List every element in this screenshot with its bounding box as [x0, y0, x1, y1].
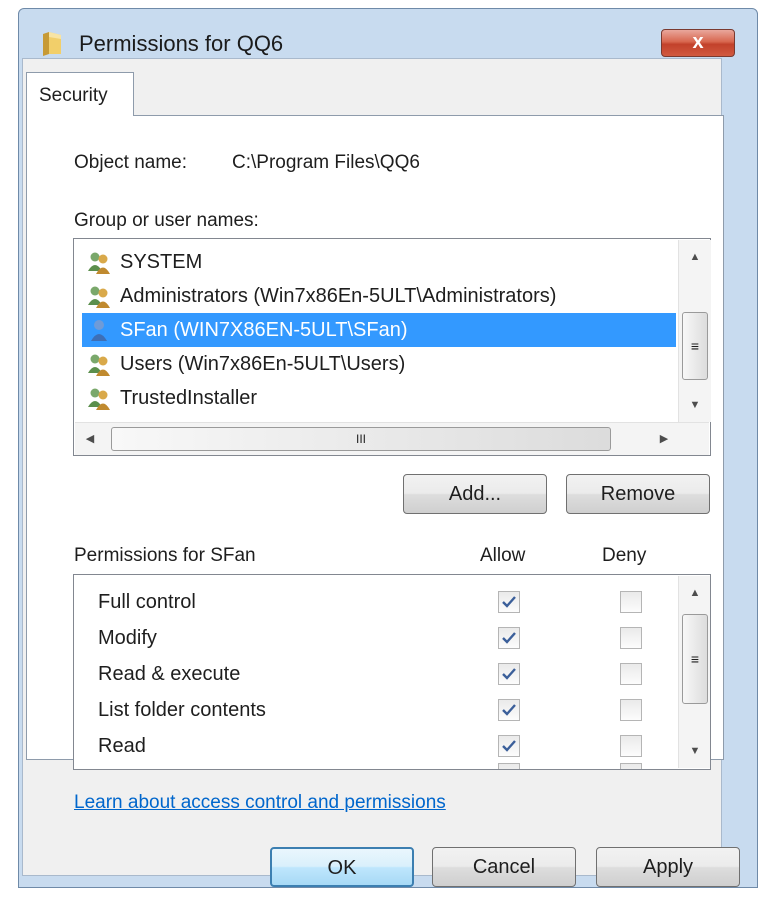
- users-group-icon: [88, 252, 110, 274]
- close-button[interactable]: x: [661, 29, 735, 57]
- checkmark-icon: [502, 596, 516, 608]
- horizontal-scroll-thumb[interactable]: III: [111, 427, 611, 451]
- allow-column-header: Allow: [480, 545, 526, 566]
- group-list-label: Group or user names:: [74, 210, 259, 231]
- scroll-right-arrow-icon[interactable]: ▶: [649, 423, 679, 455]
- group-list-item-label: SFan (WIN7X86EN-5ULT\SFan): [120, 319, 408, 341]
- apply-button[interactable]: Apply: [596, 847, 740, 887]
- group-list-item[interactable]: SYSTEM: [82, 245, 676, 279]
- deny-checkbox[interactable]: [620, 591, 642, 613]
- permissions-vertical-scrollbar[interactable]: ▲ ≡ ▼: [678, 576, 710, 768]
- group-list-item-label: SYSTEM: [120, 251, 203, 273]
- group-list-item[interactable]: Administrators (Win7x86En-5ULT\Administr…: [82, 279, 676, 313]
- add-button[interactable]: Add...: [403, 474, 547, 514]
- tab-security-label: Security: [39, 85, 108, 106]
- group-list-item-label: Administrators (Win7x86En-5ULT\Administr…: [120, 285, 557, 307]
- permission-name: Read & execute: [98, 663, 241, 685]
- group-list-item[interactable]: TrustedInstaller: [82, 381, 676, 415]
- allow-checkbox[interactable]: [498, 735, 520, 757]
- checkmark-icon: [502, 668, 516, 680]
- allow-checkbox[interactable]: [498, 591, 520, 613]
- ok-button[interactable]: OK: [270, 847, 414, 887]
- group-user-list[interactable]: SYSTEM Administrators (Win7x86En-5ULT\Adm…: [73, 238, 711, 456]
- allow-checkbox[interactable]: [498, 699, 520, 721]
- vertical-scroll-thumb[interactable]: ≡: [682, 614, 708, 704]
- tab-security[interactable]: Security: [26, 72, 134, 116]
- permission-name: Modify: [98, 627, 157, 649]
- scroll-up-arrow-icon[interactable]: ▲: [679, 576, 710, 610]
- remove-button[interactable]: Remove: [566, 474, 710, 514]
- checkmark-icon: [502, 704, 516, 716]
- scroll-grip-icon: ≡: [690, 651, 700, 667]
- users-group-icon: [88, 286, 110, 308]
- scroll-down-arrow-icon[interactable]: ▼: [679, 388, 711, 422]
- checkmark-icon: [502, 632, 516, 644]
- folder-icon: [43, 32, 61, 56]
- users-group-icon: [88, 354, 110, 376]
- window-title: Permissions for QQ6: [79, 31, 284, 56]
- object-name-label: Object name:: [74, 152, 187, 173]
- deny-checkbox[interactable]: [620, 699, 642, 721]
- allow-checkbox[interactable]: [498, 763, 520, 769]
- allow-checkbox[interactable]: [498, 627, 520, 649]
- close-icon: x: [692, 31, 704, 53]
- cancel-button[interactable]: Cancel: [432, 847, 576, 887]
- permission-name: Full control: [98, 591, 196, 613]
- deny-checkbox[interactable]: [620, 763, 642, 769]
- scroll-down-arrow-icon[interactable]: ▼: [679, 734, 710, 768]
- deny-column-header: Deny: [602, 545, 647, 566]
- permission-name: Read: [98, 735, 146, 757]
- deny-checkbox[interactable]: [620, 627, 642, 649]
- access-control-help-link[interactable]: Learn about access control and permissio…: [74, 792, 446, 814]
- deny-checkbox[interactable]: [620, 735, 642, 757]
- group-list-item[interactable]: Users (Win7x86En-5ULT\Users): [82, 347, 676, 381]
- object-name-value: C:\Program Files\QQ6: [232, 152, 420, 173]
- permissions-label: Permissions for SFan: [74, 545, 256, 566]
- permissions-list[interactable]: Full control Modify Read & execute List fol…: [73, 574, 711, 770]
- checkmark-icon: [502, 740, 516, 752]
- allow-checkbox[interactable]: [498, 663, 520, 685]
- scroll-up-arrow-icon[interactable]: ▲: [679, 240, 711, 274]
- deny-checkbox[interactable]: [620, 663, 642, 685]
- group-list-vertical-scrollbar[interactable]: ▲ ≡ ▼: [678, 240, 711, 422]
- group-list-item[interactable]: SFan (WIN7X86EN-5ULT\SFan): [82, 313, 676, 347]
- single-user-icon: [91, 320, 107, 341]
- scroll-grip-icon: ≡: [690, 338, 700, 354]
- permission-name: List folder contents: [98, 699, 266, 721]
- group-list-item-label: TrustedInstaller: [120, 387, 258, 409]
- group-list-horizontal-scrollbar[interactable]: ◀ III ▶: [75, 422, 709, 455]
- users-group-icon: [88, 388, 110, 410]
- scroll-left-arrow-icon[interactable]: ◀: [75, 423, 105, 455]
- group-list-item-label: Users (Win7x86En-5ULT\Users): [120, 353, 406, 375]
- vertical-scroll-thumb[interactable]: ≡: [682, 312, 708, 380]
- scroll-grip-icon: III: [355, 432, 366, 446]
